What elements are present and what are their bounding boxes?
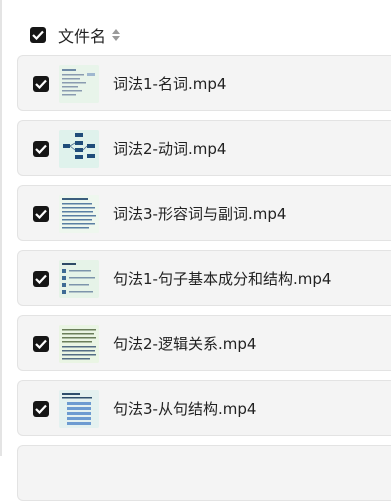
file-row[interactable]: 词法2-动词.mp4 <box>17 120 391 176</box>
video-thumbnail[interactable] <box>59 65 99 103</box>
row-checkbox[interactable] <box>33 206 49 222</box>
row-checkbox[interactable] <box>33 76 49 92</box>
row-checkbox[interactable] <box>33 141 49 157</box>
video-thumbnail[interactable] <box>59 390 99 428</box>
file-row[interactable]: 词法3-形容词与副词.mp4 <box>17 185 391 241</box>
file-row[interactable]: 句法1-句子基本成分和结构.mp4 <box>17 250 391 306</box>
sort-icon[interactable] <box>112 29 121 41</box>
file-name[interactable]: 词法3-形容词与副词.mp4 <box>113 203 286 224</box>
row-checkbox[interactable] <box>33 336 49 352</box>
file-row[interactable]: 词法1-名词.mp4 <box>17 55 391 111</box>
row-checkbox[interactable] <box>33 271 49 287</box>
file-list-header: 文件名 <box>30 22 121 48</box>
column-header-filename[interactable]: 文件名 <box>58 23 106 47</box>
video-thumbnail[interactable] <box>59 130 99 168</box>
file-name[interactable]: 词法1-名词.mp4 <box>113 73 226 94</box>
row-checkbox[interactable] <box>33 401 49 417</box>
file-name[interactable]: 句法2-逻辑关系.mp4 <box>113 333 256 354</box>
file-name[interactable]: 词法2-动词.mp4 <box>113 138 226 159</box>
file-row[interactable] <box>17 445 391 501</box>
video-thumbnail[interactable] <box>59 260 99 298</box>
video-thumbnail[interactable] <box>59 325 99 363</box>
file-name[interactable]: 句法1-句子基本成分和结构.mp4 <box>113 268 331 289</box>
select-all-checkbox[interactable] <box>30 27 46 43</box>
video-thumbnail[interactable] <box>59 195 99 233</box>
file-row[interactable]: 句法2-逻辑关系.mp4 <box>17 315 391 371</box>
page-left-border <box>0 0 2 456</box>
file-row[interactable]: 句法3-从句结构.mp4 <box>17 380 391 436</box>
file-name[interactable]: 句法3-从句结构.mp4 <box>113 398 256 419</box>
